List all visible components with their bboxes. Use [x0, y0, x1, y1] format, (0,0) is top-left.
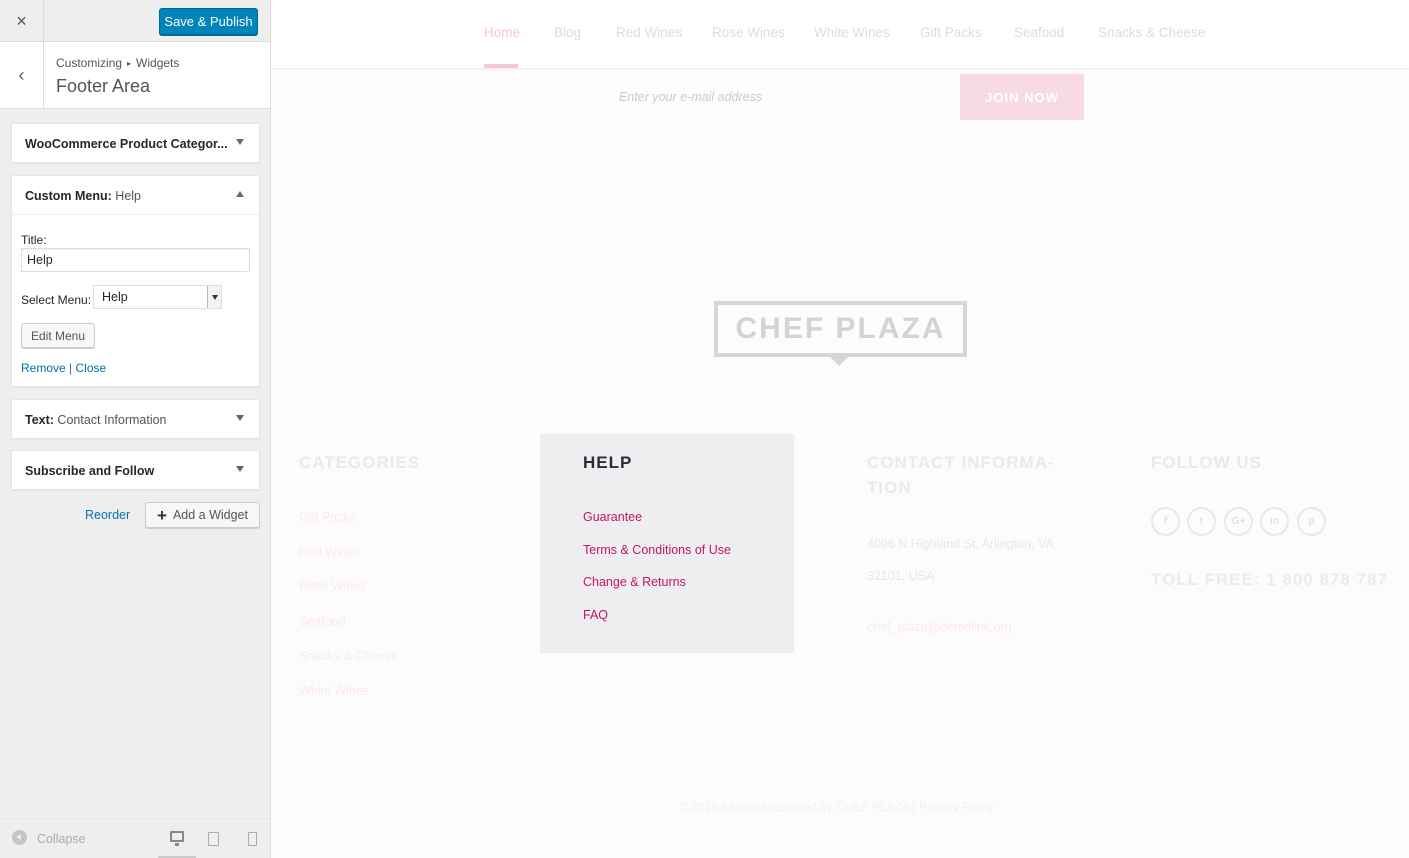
category-link[interactable]: Gift Packs: [299, 510, 356, 524]
widget-title: Subscribe and Follow: [25, 464, 155, 478]
email-input[interactable]: Enter your e-mail address: [596, 74, 960, 120]
desktop-icon[interactable]: [170, 831, 184, 846]
nav-seafood[interactable]: Seafood: [1014, 25, 1064, 40]
close-icon[interactable]: ×: [0, 0, 44, 42]
menu-select[interactable]: Help: [93, 285, 222, 309]
back-icon[interactable]: ‹: [0, 42, 44, 108]
logo[interactable]: CHEF PLAZA: [714, 301, 967, 357]
site-preview: Home Blog Red Wines Rose Wines White Win…: [271, 0, 1409, 858]
customizer-footer: Collapse: [0, 818, 270, 858]
breadcrumb-separator: ▸: [127, 59, 132, 69]
category-link[interactable]: Rose Wines: [299, 579, 366, 593]
twitter-icon[interactable]: t: [1187, 507, 1216, 536]
add-widget-label: Add a Widget: [172, 508, 248, 522]
logo-text: CHEF PLAZA: [735, 312, 946, 345]
mobile-icon[interactable]: [248, 832, 257, 846]
select-menu-label: Select Menu:: [21, 293, 92, 307]
edit-menu-button[interactable]: Edit Menu: [21, 323, 95, 348]
category-link[interactable]: Snacks & Cheese: [299, 649, 398, 663]
follow-heading: FOLLOW US: [1151, 453, 1262, 472]
menu-select-value: Help: [102, 290, 128, 304]
widget-header[interactable]: WooCommerce Product Categor...: [12, 124, 259, 163]
copyright: © 2016 All rights reserved by CHEF PLAZA…: [679, 800, 994, 814]
remove-link[interactable]: Remove: [21, 361, 66, 375]
save-publish-button[interactable]: Save & Publish: [159, 8, 258, 35]
chevron-down-icon[interactable]: [207, 286, 221, 308]
nav-gift-packs[interactable]: Gift Packs: [920, 25, 982, 40]
widget-type: Custom Menu:: [25, 189, 112, 203]
widget-header[interactable]: Text: Contact Information: [12, 400, 259, 439]
breadcrumb-current: Widgets: [136, 56, 180, 70]
customizer-sidebar: × Save & Publish ‹ Customizing ▸ Widgets F…: [0, 0, 271, 858]
widget-type: Text:: [25, 413, 54, 427]
logo-pointer: [830, 357, 848, 366]
title-input[interactable]: [21, 248, 250, 272]
help-link-terms[interactable]: Terms & Conditions of Use: [583, 543, 731, 557]
close-link[interactable]: Close: [76, 361, 107, 375]
facebook-icon[interactable]: f: [1151, 507, 1180, 536]
section-header: ‹ Customizing ▸ Widgets Footer Area: [0, 42, 270, 109]
widget-custom-menu-help: Custom Menu: Help Title: Select Menu: He…: [11, 175, 260, 387]
nav-red-wines[interactable]: Red Wines: [616, 25, 682, 40]
breadcrumb-root: Customizing: [56, 56, 123, 70]
arrow-down-icon[interactable]: [236, 466, 244, 472]
contact-heading-line1: CONTACT INFORMA-: [867, 453, 1055, 472]
link-separator: |: [69, 361, 73, 375]
widget-name: Contact Information: [57, 413, 167, 427]
category-link[interactable]: Seafood: [299, 614, 346, 628]
arrow-down-icon[interactable]: [236, 415, 244, 421]
widget-header[interactable]: Subscribe and Follow: [12, 451, 259, 490]
nav-home[interactable]: Home: [484, 25, 520, 40]
breadcrumb: Customizing ▸ Widgets: [56, 56, 179, 70]
nav-snacks-cheese[interactable]: Snacks & Cheese: [1098, 25, 1205, 40]
arrow-up-icon[interactable]: [236, 191, 244, 197]
google-plus-icon[interactable]: G+: [1224, 507, 1253, 536]
widget-title: WooCommerce Product Categor...: [25, 137, 228, 151]
collapse-button[interactable]: Collapse: [37, 832, 86, 846]
customizer-header: × Save & Publish: [0, 0, 270, 42]
reorder-link[interactable]: Reorder: [85, 508, 130, 522]
category-link[interactable]: Red Wines: [299, 545, 360, 559]
title-label: Title:: [21, 233, 47, 247]
pinterest-icon[interactable]: p: [1297, 507, 1326, 536]
help-heading: HELP: [583, 453, 633, 472]
collapse-icon[interactable]: [12, 830, 27, 845]
privacy-policy-link[interactable]: Privacy Policy: [919, 800, 994, 814]
widget-title: Custom Menu: Help: [25, 189, 141, 203]
help-link-faq[interactable]: FAQ: [583, 608, 608, 622]
contact-email-link[interactable]: chef_plaza@demolink.org: [867, 620, 1012, 634]
widget-text-contact[interactable]: Text: Contact Information: [11, 399, 260, 439]
widget-subscribe-follow[interactable]: Subscribe and Follow: [11, 450, 260, 490]
contact-heading-line2: TION: [867, 478, 912, 497]
widget-name: Help: [115, 189, 142, 203]
contact-heading: CONTACT INFORMA- TION: [867, 450, 1055, 500]
widget-header[interactable]: Custom Menu: Help: [12, 176, 259, 215]
plus-icon: +: [157, 505, 167, 525]
tablet-icon[interactable]: [208, 832, 219, 846]
add-widget-button[interactable]: + Add a Widget: [145, 502, 260, 528]
widget-actions: Remove | Close: [21, 361, 106, 375]
toll-free-number: TOLL FREE: 1 800 878 787: [1151, 570, 1388, 589]
copyright-text: © 2016 All rights reserved by CHEF PLAZA…: [679, 800, 916, 814]
nav-white-wines[interactable]: White Wines: [814, 25, 890, 40]
main-navigation: Home Blog Red Wines Rose Wines White Win…: [271, 0, 1409, 68]
nav-rose-wines[interactable]: Rose Wines: [712, 25, 785, 40]
help-widget-highlight: HELP Guarantee Terms & Conditions of Use…: [540, 434, 794, 653]
nav-active-indicator: [484, 64, 518, 68]
categories-heading: CATEGORIES: [299, 453, 421, 472]
category-link[interactable]: White Wines: [299, 684, 369, 698]
arrow-down-icon[interactable]: [236, 139, 244, 145]
nav-blog[interactable]: Blog: [554, 25, 581, 40]
widget-title: Text: Contact Information: [25, 413, 167, 427]
help-link-returns[interactable]: Change & Returns: [583, 575, 686, 589]
join-now-button[interactable]: JOIN NOW: [960, 74, 1084, 120]
contact-address-line2: 32101, USA: [867, 569, 935, 583]
linkedin-icon[interactable]: in: [1260, 507, 1289, 536]
section-title: Footer Area: [56, 76, 151, 96]
contact-address-line1: 4096 N Highland St, Arlington, VA: [867, 537, 1054, 551]
help-link-guarantee[interactable]: Guarantee: [583, 510, 642, 524]
widget-product-categories[interactable]: WooCommerce Product Categor...: [11, 123, 260, 163]
